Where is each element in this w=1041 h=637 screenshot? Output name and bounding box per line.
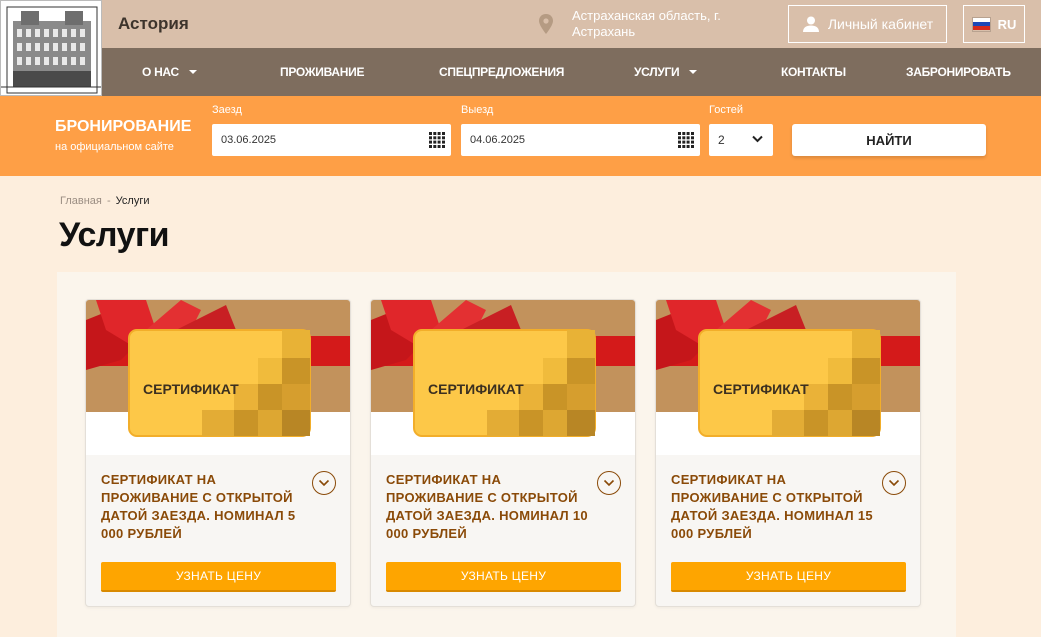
chevron-down-icon (752, 135, 763, 143)
personal-cabinet-label: Личный кабинет (827, 16, 934, 32)
map-pin-icon (539, 14, 553, 34)
chevron-down-icon (603, 479, 615, 487)
hotel-name[interactable]: Астория (118, 14, 189, 34)
card-title: СЕРТИФИКАТ НА ПРОЖИВАНИЕ С ОТКРЫТОЙ ДАТО… (386, 472, 588, 541)
get-price-button[interactable]: УЗНАТЬ ЦЕНУ (671, 562, 906, 592)
booking-title: БРОНИРОВАНИЕ (55, 118, 192, 135)
page-title: Услуги (59, 216, 170, 254)
calendar-grid-icon[interactable] (429, 132, 445, 148)
nav-item-accommodation[interactable]: ПРОЖИВАНИЕ (280, 48, 364, 96)
personal-cabinet-button[interactable]: Личный кабинет (788, 5, 947, 43)
certificate-image[interactable]: СЕРТИФИКАТ (371, 300, 635, 455)
checkout-label: Выезд (461, 104, 494, 116)
chevron-down-icon (888, 479, 900, 487)
checkin-date-input[interactable]: 03.06.2025 (212, 124, 451, 156)
booking-subtitle: на официальном сайте (55, 141, 174, 153)
certificate-illustration: СЕРТИФИКАТ (86, 300, 350, 455)
hotel-location: Астраханская область, г. Астрахань (572, 8, 762, 40)
certificate-illustration: СЕРТИФИКАТ (656, 300, 920, 455)
service-card: СЕРТИФИКАТ СЕРТИФИКАТ НА ПРОЖИВАНИЕ С ОТ… (370, 299, 636, 607)
guests-value: 2 (718, 133, 725, 147)
breadcrumb-home-link[interactable]: Главная (60, 195, 102, 207)
checkin-label: Заезд (212, 104, 242, 116)
nav-item-services[interactable]: УСЛУГИ (634, 48, 698, 96)
card-title: СЕРТИФИКАТ НА ПРОЖИВАНИЕ С ОТКРЫТОЙ ДАТО… (671, 472, 873, 541)
certificate-image-text: СЕРТИФИКАТ (143, 381, 239, 397)
nav-item-accommodation-label: ПРОЖИВАНИЕ (280, 65, 365, 79)
expand-card-button[interactable] (882, 471, 906, 495)
chevron-down-icon (318, 479, 330, 487)
certificate-image-text: СЕРТИФИКАТ (713, 381, 809, 397)
get-price-button[interactable]: УЗНАТЬ ЦЕНУ (101, 562, 336, 592)
nav-item-about[interactable]: О НАС (142, 48, 197, 96)
nav-item-contacts-label: КОНТАКТЫ (781, 65, 846, 79)
nav-item-book-label: ЗАБРОНИРОВАТЬ (906, 65, 1011, 79)
nav-item-about-label: О НАС (142, 65, 179, 79)
checkout-date-input[interactable]: 04.06.2025 (461, 124, 700, 156)
top-bar: Астория Астраханская область, г. Астраха… (0, 0, 1041, 96)
language-switcher[interactable]: RU (963, 5, 1025, 43)
expand-card-button[interactable] (312, 471, 336, 495)
breadcrumb-separator: - (106, 195, 111, 207)
breadcrumb-current: Услуги (115, 195, 150, 207)
checkin-date-value: 03.06.2025 (221, 134, 277, 146)
service-card: СЕРТИФИКАТ СЕРТИФИКАТ НА ПРОЖИВАНИЕ С ОТ… (655, 299, 921, 607)
calendar-grid-icon[interactable] (678, 132, 694, 148)
nav-item-special-offers[interactable]: СПЕЦПРЕДЛОЖЕНИЯ (439, 48, 564, 96)
card-title: СЕРТИФИКАТ НА ПРОЖИВАНИЕ С ОТКРЫТОЙ ДАТО… (101, 472, 296, 541)
location-line-1: Астраханская область, г. (572, 8, 721, 23)
guests-label: Гостей (709, 104, 744, 116)
search-button[interactable]: НАЙТИ (792, 124, 986, 156)
expand-card-button[interactable] (597, 471, 621, 495)
language-label: RU (997, 16, 1017, 32)
nav-item-special-offers-label: СПЕЦПРЕДЛОЖЕНИЯ (439, 65, 565, 79)
user-icon (802, 16, 819, 32)
nav-item-services-label: УСЛУГИ (634, 65, 680, 79)
certificate-image[interactable]: СЕРТИФИКАТ (86, 300, 350, 455)
nav-item-book[interactable]: ЗАБРОНИРОВАТЬ (906, 48, 1011, 96)
caret-down-icon (689, 70, 698, 74)
certificate-image-text: СЕРТИФИКАТ (428, 381, 524, 397)
hotel-building-illustration (1, 1, 101, 95)
get-price-button[interactable]: УЗНАТЬ ЦЕНУ (386, 562, 621, 592)
guests-select[interactable]: 2 (709, 124, 773, 156)
certificate-image[interactable]: СЕРТИФИКАТ (656, 300, 920, 455)
caret-down-icon (188, 70, 197, 74)
service-card: СЕРТИФИКАТ СЕРТИФИКАТ НА ПРОЖИВАНИЕ С ОТ… (85, 299, 351, 607)
certificate-illustration: СЕРТИФИКАТ (371, 300, 635, 455)
booking-bar: БРОНИРОВАНИЕ на официальном сайте Заезд … (0, 96, 1041, 176)
russia-flag-icon (971, 16, 991, 32)
nav-item-contacts[interactable]: КОНТАКТЫ (781, 48, 846, 96)
breadcrumb: Главная - Услуги (60, 195, 150, 207)
main-navigation: О НАС ПРОЖИВАНИЕ СПЕЦПРЕДЛОЖЕНИЯ УСЛУГИ … (0, 48, 1041, 96)
checkout-date-value: 04.06.2025 (470, 134, 526, 146)
location-line-2: Астрахань (572, 24, 636, 39)
hotel-logo[interactable] (0, 0, 102, 96)
